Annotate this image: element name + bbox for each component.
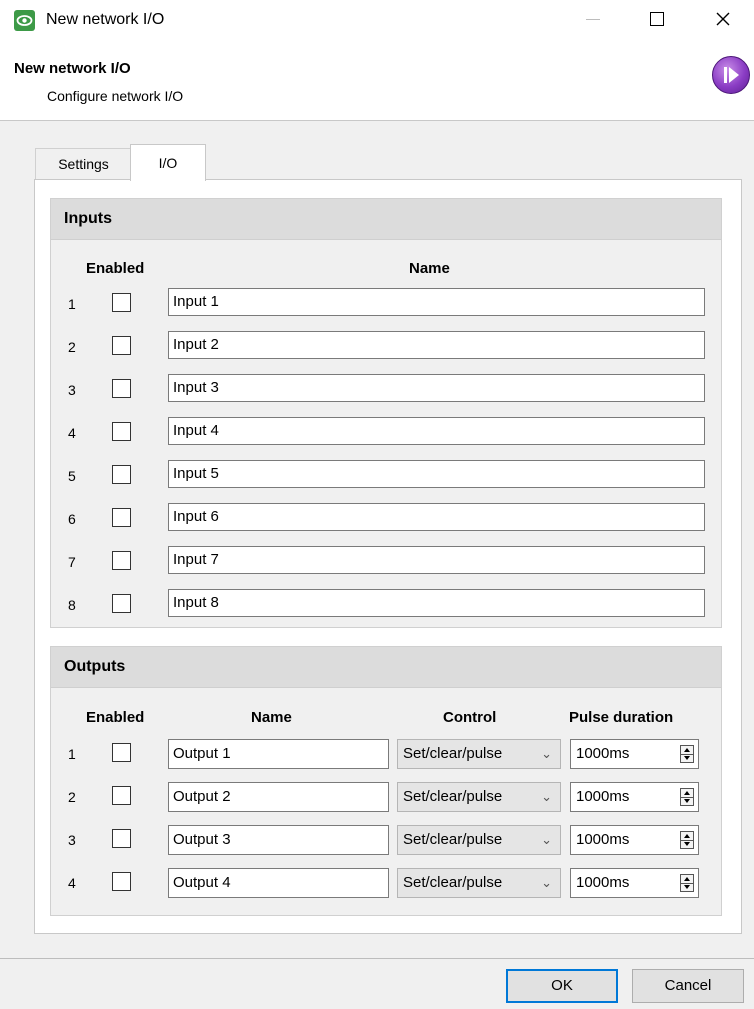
output-enabled-checkbox[interactable] [112, 829, 131, 848]
tab-settings[interactable]: Settings [35, 148, 132, 179]
output-enabled-checkbox[interactable] [112, 786, 131, 805]
close-icon [716, 12, 730, 26]
pulse-duration-value: 1000ms [576, 831, 630, 848]
outputs-col-pulse-duration: Pulse duration [569, 709, 674, 726]
input-name-field[interactable]: Input 5 [168, 460, 705, 488]
input-name-field[interactable]: Input 7 [168, 546, 705, 574]
chevron-down-icon: ⌄ [541, 789, 552, 804]
output-control-select[interactable]: Set/clear/pulse ⌄ [397, 868, 561, 898]
input-row-number: 7 [68, 554, 76, 570]
input-enabled-checkbox[interactable] [112, 594, 131, 613]
dialog-header: New network I/O Configure network I/O [0, 44, 754, 121]
input-row-number: 2 [68, 339, 76, 355]
input-enabled-checkbox[interactable] [112, 508, 131, 527]
tab-settings-label: Settings [58, 156, 109, 172]
inputs-group-title: Inputs [51, 199, 721, 240]
pulse-duration-value: 1000ms [576, 874, 630, 891]
outputs-col-control: Control [443, 709, 497, 726]
input-row-number: 1 [68, 296, 76, 312]
spinner-arrows-icon[interactable] [680, 745, 694, 763]
output-control-value: Set/clear/pulse [403, 874, 503, 891]
input-enabled-checkbox[interactable] [112, 379, 131, 398]
output-name-field[interactable]: Output 2 [168, 782, 389, 812]
input-row-number: 6 [68, 511, 76, 527]
outputs-col-enabled: Enabled [86, 709, 145, 726]
chevron-down-icon: ⌄ [541, 832, 552, 847]
minimize-button[interactable] [570, 0, 616, 38]
output-control-select[interactable]: Set/clear/pulse ⌄ [397, 825, 561, 855]
input-name-field[interactable]: Input 6 [168, 503, 705, 531]
outputs-group: Outputs Enabled Name Control Pulse durat… [50, 646, 722, 916]
input-enabled-checkbox[interactable] [112, 293, 131, 312]
inputs-group: Inputs Enabled Name 1 Input 1 2 Input 2 … [50, 198, 722, 628]
minimize-icon [586, 18, 600, 20]
output-control-select[interactable]: Set/clear/pulse ⌄ [397, 739, 561, 769]
ok-button[interactable]: OK [506, 969, 618, 1003]
inputs-col-enabled: Enabled [86, 260, 145, 277]
inputs-col-name: Name [409, 260, 450, 277]
pulse-duration-spinner[interactable]: 1000ms [570, 782, 699, 812]
output-row-number: 3 [68, 832, 76, 848]
output-enabled-checkbox[interactable] [112, 743, 131, 762]
chevron-down-icon: ⌄ [541, 746, 552, 761]
pulse-duration-value: 1000ms [576, 788, 630, 805]
input-enabled-checkbox[interactable] [112, 465, 131, 484]
spinner-arrows-icon[interactable] [680, 788, 694, 806]
input-enabled-checkbox[interactable] [112, 422, 131, 441]
output-control-value: Set/clear/pulse [403, 788, 503, 805]
outputs-group-title: Outputs [51, 647, 721, 688]
output-control-value: Set/clear/pulse [403, 745, 503, 762]
output-name-field[interactable]: Output 4 [168, 868, 389, 898]
brand-logo-icon [712, 56, 750, 94]
output-control-select[interactable]: Set/clear/pulse ⌄ [397, 782, 561, 812]
input-row-number: 5 [68, 468, 76, 484]
header-subtitle: Configure network I/O [47, 88, 184, 104]
outputs-col-name: Name [251, 709, 292, 726]
footer-divider [0, 958, 754, 959]
input-name-field[interactable]: Input 3 [168, 374, 705, 402]
title-bar: New network I/O [0, 0, 754, 44]
output-enabled-checkbox[interactable] [112, 872, 131, 891]
maximize-button[interactable] [634, 0, 680, 38]
input-row-number: 8 [68, 597, 76, 613]
input-name-field[interactable]: Input 1 [168, 288, 705, 316]
header-title: New network I/O [14, 60, 131, 77]
tab-io[interactable]: I/O [130, 144, 206, 181]
input-enabled-checkbox[interactable] [112, 551, 131, 570]
maximize-icon [650, 12, 664, 26]
spinner-arrows-icon[interactable] [680, 874, 694, 892]
window-title: New network I/O [46, 11, 165, 28]
pulse-duration-spinner[interactable]: 1000ms [570, 868, 699, 898]
close-button[interactable] [700, 0, 746, 38]
input-row-number: 3 [68, 382, 76, 398]
pulse-duration-value: 1000ms [576, 745, 630, 762]
app-eye-icon [14, 10, 35, 31]
input-row-number: 4 [68, 425, 76, 441]
pulse-duration-spinner[interactable]: 1000ms [570, 739, 699, 769]
pulse-duration-spinner[interactable]: 1000ms [570, 825, 699, 855]
input-name-field[interactable]: Input 8 [168, 589, 705, 617]
cancel-button[interactable]: Cancel [632, 969, 744, 1003]
input-name-field[interactable]: Input 2 [168, 331, 705, 359]
chevron-down-icon: ⌄ [541, 875, 552, 890]
output-name-field[interactable]: Output 1 [168, 739, 389, 769]
output-row-number: 1 [68, 746, 76, 762]
spinner-arrows-icon[interactable] [680, 831, 694, 849]
input-enabled-checkbox[interactable] [112, 336, 131, 355]
output-row-number: 2 [68, 789, 76, 805]
output-control-value: Set/clear/pulse [403, 831, 503, 848]
tab-io-label: I/O [158, 155, 178, 171]
output-name-field[interactable]: Output 3 [168, 825, 389, 855]
input-name-field[interactable]: Input 4 [168, 417, 705, 445]
output-row-number: 4 [68, 875, 76, 891]
